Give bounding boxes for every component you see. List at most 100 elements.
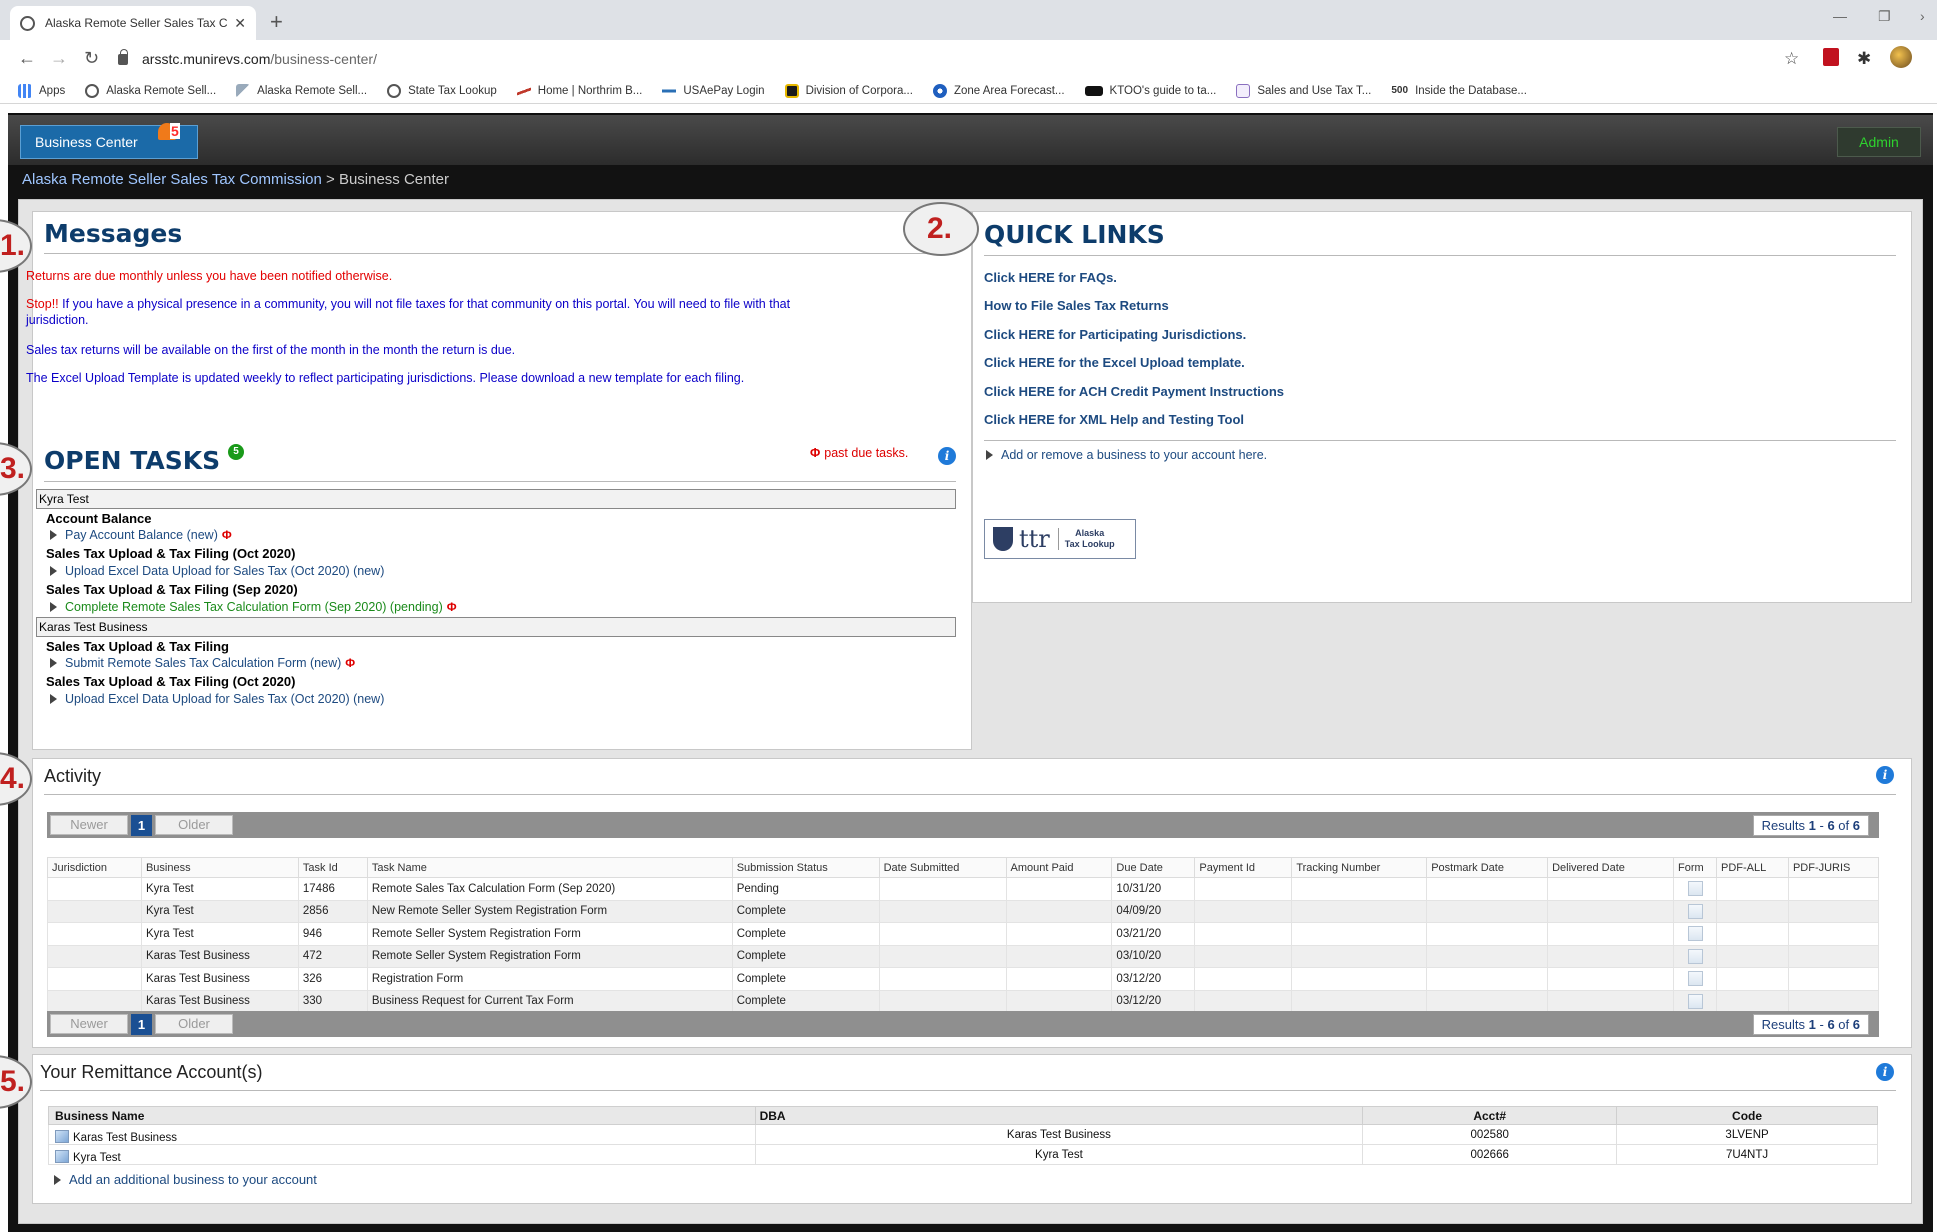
activity-pager-top: Newer 1 Older Results 1 - 6 of 6	[47, 812, 1879, 838]
quick-link-excel-template[interactable]: Click HERE for the Excel Upload template…	[984, 355, 1245, 370]
quick-link-jurisdictions[interactable]: Click HERE for Participating Jurisdictio…	[984, 327, 1246, 342]
form-icon[interactable]	[1688, 971, 1704, 987]
bookmark-link[interactable]: State Tax Lookup	[387, 83, 497, 98]
bookmark-link[interactable]: USAePay Login	[662, 83, 765, 98]
new-tab-icon[interactable]: +	[270, 9, 283, 35]
expand-arrow-icon	[50, 658, 57, 668]
column-header[interactable]: Jurisdiction	[47, 857, 142, 878]
quick-link-xml-help[interactable]: Click HERE for XML Help and Testing Tool	[984, 412, 1244, 427]
forward-icon[interactable]: →	[50, 48, 68, 69]
column-header[interactable]: Business	[140, 857, 299, 878]
form-icon[interactable]	[1688, 948, 1704, 964]
form-icon[interactable]	[1688, 993, 1704, 1009]
column-header[interactable]: Payment Id	[1194, 857, 1293, 878]
ttr-tax-lookup-logo[interactable]: ttr Alaska Tax Lookup	[984, 519, 1136, 559]
form-icon[interactable]	[1688, 881, 1704, 897]
column-header[interactable]: Date Submitted	[878, 857, 1007, 878]
column-header[interactable]: Amount Paid	[1005, 857, 1113, 878]
column-header[interactable]: Due Date	[1111, 857, 1196, 878]
task-link-pay-balance[interactable]: Pay Account Balance (new) Φ	[50, 528, 232, 542]
quick-link-how-to-file[interactable]: How to File Sales Tax Returns	[984, 298, 1169, 313]
page-number[interactable]: 1	[131, 1014, 152, 1035]
table-row[interactable]: Karas Test Business 326 Registration Form C…	[47, 967, 1880, 991]
breadcrumb-current: > Business Center	[326, 171, 449, 188]
older-button[interactable]: Older	[155, 1014, 233, 1034]
messages-title: Messages	[44, 219, 183, 248]
column-header: Form	[1673, 857, 1717, 878]
divider	[40, 1090, 1896, 1091]
chevron-right-icon[interactable]: ›	[1920, 8, 1925, 24]
column-header: Code	[1616, 1106, 1878, 1125]
url-host: arsstc.munirevs.com	[142, 51, 271, 67]
column-header[interactable]: Delivered Date	[1547, 857, 1675, 878]
quick-link-faqs[interactable]: Click HERE for FAQs.	[984, 270, 1117, 285]
add-business-link[interactable]: Add an additional business to your accou…	[54, 1172, 317, 1187]
info-icon[interactable]: i	[1876, 766, 1894, 784]
close-tab-icon[interactable]: ✕	[234, 15, 246, 32]
info-icon[interactable]: i	[1876, 1063, 1894, 1081]
table-row[interactable]: Karas Test Business 330 Business Request f…	[47, 989, 1880, 1013]
task-link-complete-form[interactable]: Complete Remote Sales Tax Calculation Fo…	[50, 600, 457, 614]
task-link-submit-form[interactable]: Submit Remote Sales Tax Calculation Form…	[50, 656, 355, 670]
bookmark-link[interactable]: Alaska Remote Sell...	[85, 83, 216, 98]
pdf-extension-icon[interactable]	[1823, 48, 1839, 66]
task-group-header: Kyra Test	[36, 489, 956, 509]
table-row[interactable]: Karas Test Business Karas Test Business …	[48, 1124, 1878, 1145]
info-icon[interactable]: i	[938, 447, 956, 465]
message-returns-available: Sales tax returns will be available on t…	[26, 343, 516, 357]
table-row[interactable]: Kyra Test 946 Remote Seller System Registr…	[47, 922, 1880, 946]
bookmark-link[interactable]: Alaska Remote Sell...	[236, 83, 367, 98]
bookmark-link[interactable]: Sales and Use Tax T...	[1236, 83, 1371, 98]
notifications-bell[interactable]: 5	[156, 119, 180, 143]
restore-icon[interactable]: ❐	[1878, 8, 1891, 25]
back-icon[interactable]: ←	[18, 48, 36, 69]
bookmark-star-icon[interactable]: ☆	[1784, 49, 1799, 69]
add-remove-business-link[interactable]: Add or remove a business to your account…	[986, 448, 1267, 462]
quick-link-ach-instructions[interactable]: Click HERE for ACH Credit Payment Instru…	[984, 384, 1284, 399]
browser-tab[interactable]: Alaska Remote Seller Sales Tax C ✕	[10, 6, 256, 40]
table-row[interactable]: Karas Test Business 472 Remote Seller Syst…	[47, 944, 1880, 968]
message-physical-presence-cont: jurisdiction.	[26, 313, 89, 327]
column-header[interactable]: Postmark Date	[1426, 857, 1549, 878]
bookmark-link[interactable]: KTOO's guide to ta...	[1084, 85, 1216, 97]
bookmark-link[interactable]: Division of Corpora...	[784, 83, 913, 98]
results-count: Results 1 - 6 of 6	[1752, 815, 1869, 836]
table-row[interactable]: Kyra Test Kyra Test 002666 7U4NTJ	[48, 1144, 1878, 1165]
form-icon[interactable]	[1688, 926, 1704, 942]
minimize-icon[interactable]: —	[1833, 8, 1847, 24]
edit-account-icon[interactable]	[55, 1150, 69, 1163]
reload-icon[interactable]: ↻	[84, 48, 99, 69]
column-header[interactable]: Task Id	[297, 857, 368, 878]
table-row[interactable]: Kyra Test 2856 New Remote Seller System Re…	[47, 899, 1880, 923]
bookmark-link[interactable]: 500 Inside the Database...	[1391, 85, 1527, 97]
newer-button[interactable]: Newer	[50, 1014, 128, 1034]
page-number[interactable]: 1	[131, 815, 152, 836]
extensions-puzzle-icon[interactable]: ✱	[1857, 49, 1871, 69]
past-due-icon: Φ	[446, 600, 457, 614]
breadcrumb: Alaska Remote Seller Sales Tax Commissio…	[22, 171, 449, 188]
expand-arrow-icon	[986, 450, 993, 460]
bookmark-link[interactable]: Home | Northrim B...	[516, 83, 642, 98]
breadcrumb-home-link[interactable]: Alaska Remote Seller Sales Tax Commissio…	[22, 171, 322, 188]
column-header[interactable]: Task Name	[366, 857, 733, 878]
address-bar[interactable]: arsstc.munirevs.com/business-center/	[118, 46, 1808, 72]
expand-arrow-icon	[50, 566, 57, 576]
task-link-upload-excel[interactable]: Upload Excel Data Upload for Sales Tax (…	[50, 692, 384, 706]
expand-arrow-icon	[54, 1175, 61, 1185]
edit-account-icon[interactable]	[55, 1130, 69, 1143]
message-due-monthly: Returns are due monthly unless you have …	[26, 269, 393, 283]
admin-button[interactable]: Admin	[1837, 127, 1921, 157]
form-icon[interactable]	[1688, 903, 1704, 919]
bookmark-apps[interactable]: Apps	[18, 83, 65, 98]
site-favicon-icon	[20, 15, 35, 31]
newer-button[interactable]: Newer	[50, 815, 128, 835]
column-header: DBA	[754, 1106, 1364, 1125]
column-header[interactable]: Submission Status	[731, 857, 880, 878]
activity-pager-bottom: Newer 1 Older Results 1 - 6 of 6	[47, 1011, 1879, 1037]
column-header[interactable]: Tracking Number	[1291, 857, 1428, 878]
older-button[interactable]: Older	[155, 815, 233, 835]
task-link-upload-excel[interactable]: Upload Excel Data Upload for Sales Tax (…	[50, 564, 384, 578]
profile-avatar[interactable]	[1890, 46, 1912, 68]
bookmark-link[interactable]: Zone Area Forecast...	[932, 83, 1065, 98]
table-row[interactable]: Kyra Test 17486 Remote Sales Tax Calculati…	[47, 877, 1880, 901]
